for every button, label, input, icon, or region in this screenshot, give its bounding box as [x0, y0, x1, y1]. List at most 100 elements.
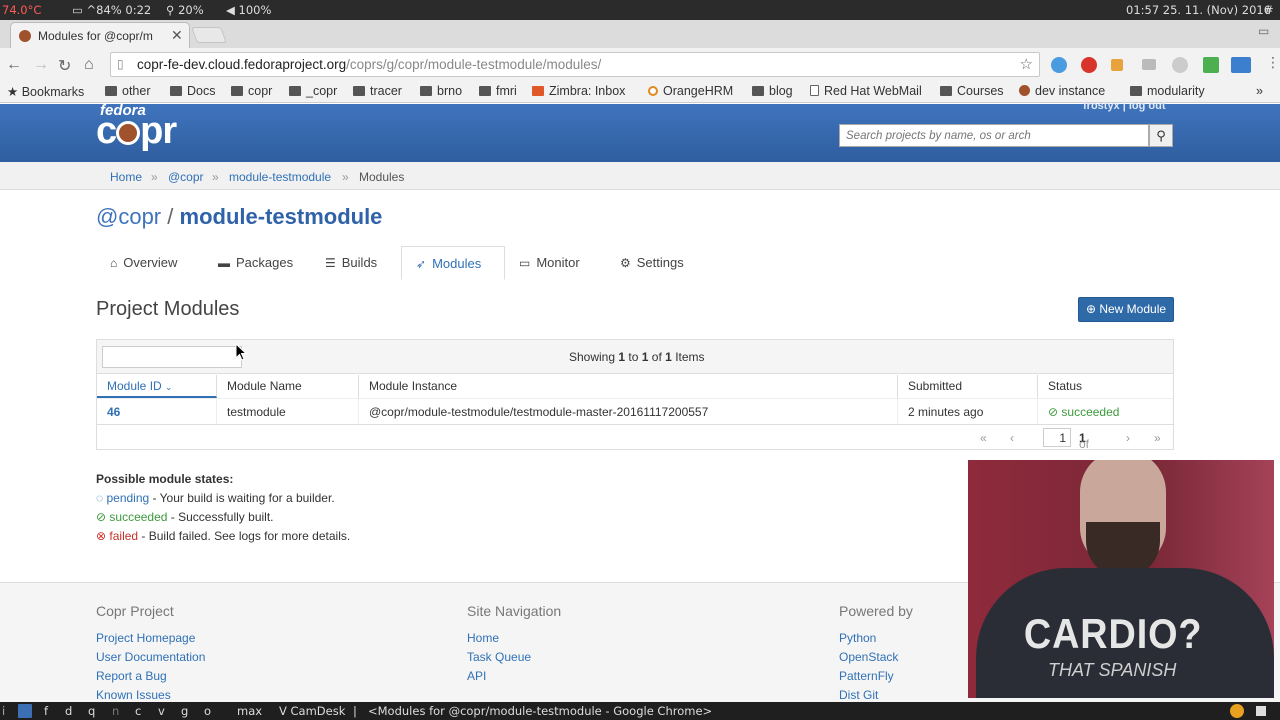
- layout-indicator[interactable]: max: [237, 704, 262, 718]
- tab-overview[interactable]: ⌂ Overview: [110, 246, 177, 280]
- table-filter-input[interactable]: [102, 346, 242, 368]
- bookmarks-overflow-icon[interactable]: »: [1256, 84, 1263, 98]
- bookmark-item[interactable]: dev instance: [1019, 84, 1105, 98]
- folder-icon: [752, 86, 764, 96]
- profile-icon[interactable]: ▭: [1258, 24, 1269, 38]
- close-tab-icon[interactable]: ✕: [171, 27, 183, 44]
- new-module-button[interactable]: ⊕ New Module: [1078, 297, 1174, 322]
- workspace-tag[interactable]: i: [2, 704, 5, 718]
- folder-icon: [420, 86, 432, 96]
- home-icon[interactable]: ⌂: [84, 56, 94, 74]
- search-button[interactable]: ⚲: [1149, 124, 1173, 147]
- search-icon: ⚲: [1156, 128, 1166, 143]
- footer-link[interactable]: API: [467, 669, 486, 683]
- column-header-module-id[interactable]: Module ID ⌄: [97, 375, 217, 398]
- workspace-tag[interactable]: c: [135, 704, 141, 718]
- extension-leaf-icon[interactable]: [1111, 59, 1123, 71]
- tray-square-icon[interactable]: [1256, 706, 1266, 716]
- page-info-icon[interactable]: ▯: [117, 57, 124, 71]
- module-id-link[interactable]: 46: [97, 398, 217, 424]
- extension-green-icon[interactable]: [1203, 57, 1219, 73]
- bookmark-item[interactable]: Zimbra: Inbox: [532, 84, 625, 98]
- breadcrumb-group[interactable]: @copr: [168, 170, 204, 184]
- bookmark-star-icon[interactable]: ☆: [1020, 55, 1033, 73]
- bookmark-item[interactable]: Red Hat WebMail: [810, 84, 922, 98]
- tab-monitor[interactable]: ▭ Monitor: [519, 246, 580, 280]
- browser-menu-icon[interactable]: ⋮: [1266, 54, 1280, 71]
- states-title: Possible module states:: [96, 472, 234, 486]
- extension-blue-badge-icon[interactable]: [1231, 57, 1251, 73]
- bookmark-item[interactable]: copr: [231, 84, 272, 98]
- browser-tab[interactable]: Modules for @copr/m ✕: [10, 22, 190, 48]
- breadcrumb-project[interactable]: module-testmodule: [229, 170, 331, 184]
- user-links[interactable]: frostyx | log out: [1083, 100, 1166, 112]
- workspace-tag[interactable]: q: [88, 704, 95, 718]
- search-input[interactable]: [840, 125, 1148, 146]
- project-name-link[interactable]: module-testmodule: [180, 204, 383, 229]
- breadcrumb: Home » @copr » module-testmodule » Modul…: [0, 162, 1280, 190]
- footer-link[interactable]: Task Queue: [467, 650, 531, 664]
- workspace-tag[interactable]: f: [44, 704, 48, 718]
- state-failed: ⊗ failed - Build failed. See logs for mo…: [96, 529, 351, 543]
- page-number-input[interactable]: 1: [1043, 428, 1071, 447]
- tab-packages[interactable]: ▬ Packages: [218, 246, 293, 280]
- bookmark-item[interactable]: blog: [752, 84, 793, 98]
- bookmark-item[interactable]: Docs: [170, 84, 215, 98]
- column-header-submitted[interactable]: Submitted: [898, 375, 1038, 398]
- bookmark-item[interactable]: brno: [420, 84, 462, 98]
- reload-icon[interactable]: ↻: [58, 56, 71, 76]
- column-header-module-instance[interactable]: Module Instance: [359, 375, 898, 398]
- breadcrumb-separator: »: [151, 170, 158, 184]
- extension-bird-icon[interactable]: [1051, 57, 1067, 73]
- address-bar[interactable]: ▯ copr-fe-dev.cloud.fedoraproject.org/co…: [110, 52, 1040, 77]
- back-icon[interactable]: ←: [6, 56, 22, 74]
- screenshot-icon[interactable]: [1142, 59, 1156, 70]
- last-page-icon[interactable]: »: [1154, 431, 1161, 445]
- workspace-tag[interactable]: d: [65, 704, 72, 718]
- workspace-tag[interactable]: v: [158, 704, 165, 718]
- forward-icon[interactable]: →: [33, 56, 49, 74]
- footer-link[interactable]: PatternFly: [839, 669, 894, 683]
- workspace-tag[interactable]: o: [204, 704, 211, 718]
- footer-link[interactable]: OpenStack: [839, 650, 898, 664]
- bookmark-item[interactable]: _copr: [289, 84, 337, 98]
- footer-link[interactable]: Known Issues: [96, 688, 171, 702]
- footer-link[interactable]: Report a Bug: [96, 669, 167, 683]
- battery-status: ▭ ^84% 0:22: [72, 3, 152, 17]
- previous-page-icon[interactable]: ‹: [1010, 431, 1014, 445]
- zimbra-icon: [532, 86, 544, 96]
- tab-builds[interactable]: ☰ Builds: [325, 246, 377, 280]
- first-page-icon[interactable]: «: [980, 431, 987, 445]
- bookmark-item[interactable]: ★ Bookmarks: [7, 84, 84, 99]
- workspace-tag[interactable]: n: [112, 704, 119, 718]
- new-tab-button[interactable]: [191, 27, 227, 43]
- bookmark-item[interactable]: other: [105, 84, 151, 98]
- bookmark-item[interactable]: fmri: [479, 84, 517, 98]
- breadcrumb-home[interactable]: Home: [110, 170, 142, 184]
- bookmark-item[interactable]: modularity: [1130, 84, 1205, 98]
- bookmark-item[interactable]: tracer: [353, 84, 402, 98]
- adblock-icon[interactable]: [1081, 57, 1097, 73]
- column-header-module-name[interactable]: Module Name: [217, 375, 359, 398]
- footer-link[interactable]: Python: [839, 631, 876, 645]
- project-search[interactable]: [839, 124, 1149, 147]
- bookmark-item[interactable]: Courses: [940, 84, 1004, 98]
- column-header-status[interactable]: Status: [1038, 375, 1173, 398]
- page-title: @copr / module-testmodule: [96, 204, 382, 230]
- project-group-link[interactable]: @copr: [96, 204, 161, 229]
- extension-sync-icon[interactable]: [1172, 57, 1188, 73]
- tray-icon[interactable]: [1230, 704, 1244, 718]
- browser-tab-strip: Modules for @copr/m ✕ ▭: [0, 20, 1280, 48]
- footer-link[interactable]: Project Homepage: [96, 631, 195, 645]
- footer-link[interactable]: Dist Git: [839, 688, 878, 702]
- copr-logo[interactable]: c pr: [96, 110, 177, 153]
- bookmark-item[interactable]: OrangeHRM: [648, 84, 733, 98]
- footer-link[interactable]: User Documentation: [96, 650, 205, 664]
- footer-link[interactable]: Home: [467, 631, 499, 645]
- tab-modules[interactable]: ➶ Modules: [401, 246, 505, 280]
- folder-icon: [353, 86, 365, 96]
- camdesk-window[interactable]: V CamDesk: [279, 704, 345, 718]
- next-page-icon[interactable]: ›: [1126, 431, 1130, 445]
- workspace-tag[interactable]: g: [181, 704, 188, 718]
- tab-settings[interactable]: ⚙ Settings: [620, 246, 684, 280]
